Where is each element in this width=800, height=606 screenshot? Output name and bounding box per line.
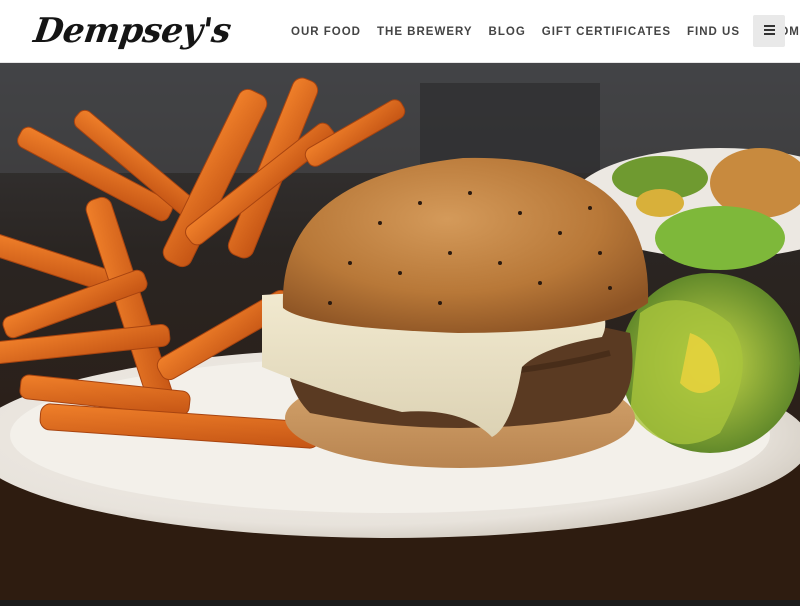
hamburger-menu-icon [763,22,775,40]
nav-item-find-us: FIND US [687,26,740,38]
hero-image [0,63,800,600]
bottom-bar [0,600,800,606]
burger-photo [0,63,800,600]
nav-link-gift-certificates[interactable]: GIFT CERTIFICATES [542,26,671,38]
menu-toggle-button[interactable] [753,15,785,47]
nav-item-our-food: OUR FOOD [291,26,361,38]
nav-item-blog: BLOG [489,26,526,38]
nav-link-the-brewery[interactable]: THE BREWERY [377,26,473,38]
main-nav: OUR FOOD THE BREWERY BLOG GIFT CERTIFICA… [291,0,800,63]
nav-item-gift-certificates: GIFT CERTIFICATES [542,26,671,38]
nav-link-blog[interactable]: BLOG [489,26,526,38]
nav-link-our-food[interactable]: OUR FOOD [291,26,361,38]
site-header: Dempsey's OUR FOOD THE BREWERY BLOG GIFT… [0,0,800,63]
nav-item-the-brewery: THE BREWERY [377,26,473,38]
brand-logo[interactable]: Dempsey's [31,8,234,54]
nav-link-find-us[interactable]: FIND US [687,26,740,38]
